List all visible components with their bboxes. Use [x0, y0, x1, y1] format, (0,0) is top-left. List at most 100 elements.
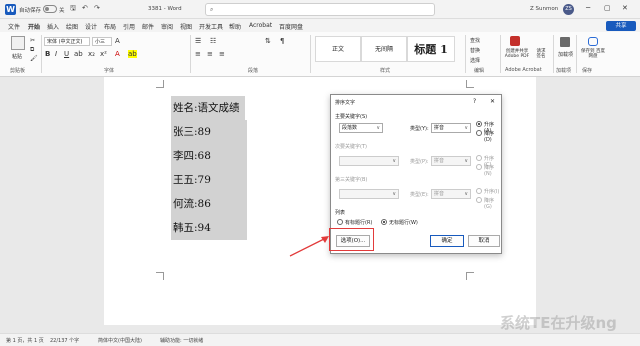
no-header-radio[interactable] — [381, 219, 387, 225]
addins-button[interactable]: 加载项 — [558, 51, 573, 58]
primary-key-select[interactable]: 段落数 — [339, 123, 383, 133]
font-name-select[interactable]: 宋体 (中文正文) — [44, 37, 90, 46]
ok-button[interactable]: 确定 — [430, 235, 464, 247]
align-right-icon[interactable]: ≡ — [219, 50, 225, 58]
tab-8[interactable]: 审阅 — [161, 22, 173, 31]
descending3-radio[interactable] — [476, 197, 482, 203]
italic-icon[interactable]: I — [55, 50, 57, 58]
redo-icon[interactable]: ↷ — [94, 4, 100, 12]
document-line[interactable]: 韩五:94 — [171, 216, 247, 240]
font-size-select[interactable]: 小三 — [92, 37, 112, 46]
numbering-icon[interactable]: ☷ — [210, 37, 216, 45]
dialog-close-button[interactable]: ✕ — [490, 98, 495, 105]
style-no-spacing[interactable]: 无间隔 — [361, 36, 407, 62]
style-normal[interactable]: 正文 — [315, 36, 361, 62]
sort-icon[interactable]: ⇅ — [265, 37, 271, 45]
third-key-select[interactable] — [339, 189, 399, 199]
tab-9[interactable]: 视图 — [180, 22, 192, 31]
create-pdf-button[interactable]: 创建并共享 Adobe PDF — [502, 49, 532, 59]
tab-13[interactable]: 百度网盘 — [279, 22, 303, 31]
ascending3-label: 升序(I) — [484, 189, 500, 195]
document-line[interactable]: 李四:68 — [171, 144, 247, 168]
margin-corner-bottom-right — [466, 272, 474, 280]
style-heading-1[interactable]: 标题 1 — [407, 36, 455, 62]
word-count[interactable]: 22/137 个字 — [50, 337, 79, 344]
tab-3[interactable]: 绘图 — [66, 22, 78, 31]
page-count[interactable]: 第 1 页，共 1 页 — [6, 337, 44, 344]
baidu-save-button[interactable]: 保存到 百度网盘 — [580, 49, 606, 59]
format-painter-icon[interactable]: 🖌 — [30, 55, 38, 62]
language-indicator[interactable]: 简体中文(中国大陆) — [98, 337, 142, 344]
align-left-icon[interactable]: ≡ — [195, 50, 201, 58]
show-marks-icon[interactable]: ¶ — [280, 37, 284, 45]
divider — [465, 35, 466, 73]
paste-button[interactable]: 粘贴 — [12, 53, 22, 60]
has-header-radio[interactable] — [337, 219, 343, 225]
descending3-label: 降序(G) — [484, 198, 495, 210]
document-line[interactable]: 张三:89 — [171, 120, 247, 144]
descending2-radio[interactable] — [476, 164, 482, 170]
align-center-icon[interactable]: ≡ — [207, 50, 213, 58]
superscript-icon[interactable]: x² — [100, 50, 107, 58]
watermark: 系统TE在升级ng — [500, 314, 617, 332]
autosave-toggle[interactable] — [43, 5, 57, 13]
close-window-icon[interactable]: ✕ — [622, 4, 628, 12]
request-sign-button[interactable]: 请求签名 — [535, 49, 547, 59]
search-box[interactable]: ⌕ — [205, 3, 435, 16]
paste-icon[interactable] — [11, 36, 25, 50]
replace-button[interactable]: 替换 — [470, 47, 480, 54]
find-button[interactable]: 查找 — [470, 37, 480, 44]
tab-4[interactable]: 设计 — [85, 22, 97, 31]
ribbon-group-label: 编辑 — [474, 68, 485, 74]
descending2-label: 降序(N) — [484, 165, 495, 177]
font-color-icon[interactable]: A — [115, 50, 120, 58]
tab-2[interactable]: 插入 — [47, 22, 59, 31]
accessibility-status[interactable]: 辅助功能: 一切就绪 — [160, 337, 203, 344]
tab-7[interactable]: 邮件 — [142, 22, 154, 31]
tab-10[interactable]: 开发工具 — [199, 22, 223, 31]
third-key-label: 第三关键字(B) — [335, 177, 368, 183]
autosave-label: 自动保存 — [19, 8, 42, 14]
select-button[interactable]: 选择 — [470, 57, 480, 64]
adobe-pdf-icon[interactable] — [510, 36, 520, 46]
tab-5[interactable]: 布局 — [104, 22, 116, 31]
cut-icon[interactable]: ✂ — [30, 37, 35, 44]
bold-icon[interactable]: B — [45, 50, 50, 58]
baidu-cloud-icon[interactable] — [588, 37, 598, 46]
highlight-icon[interactable]: ab — [128, 50, 137, 58]
ascending-radio[interactable] — [476, 121, 482, 127]
undo-icon[interactable]: ↶ — [82, 4, 88, 12]
tab-0[interactable]: 文件 — [8, 22, 20, 31]
tab-12[interactable]: Acrobat — [249, 22, 272, 29]
strikethrough-icon[interactable]: ab — [74, 50, 83, 58]
tab-11[interactable]: 帮助 — [229, 22, 241, 31]
save-icon[interactable]: 🖫 — [70, 4, 76, 15]
addins-icon[interactable] — [560, 37, 570, 47]
underline-icon[interactable]: U — [64, 50, 69, 58]
share-button[interactable]: 共享 — [606, 21, 636, 31]
tab-6[interactable]: 引用 — [123, 22, 135, 31]
document-line[interactable]: 何流:86 — [171, 192, 247, 216]
help-button[interactable]: ? — [473, 98, 476, 105]
document-line[interactable]: 王五:79 — [171, 168, 247, 192]
maximize-icon[interactable]: ▢ — [604, 4, 611, 12]
subscript-icon[interactable]: x₂ — [88, 50, 95, 58]
avatar[interactable]: ZS — [563, 4, 574, 15]
ascending2-radio[interactable] — [476, 155, 482, 161]
type-select[interactable]: 拼音 — [431, 123, 471, 133]
annotation-highlight-box — [329, 228, 374, 251]
minimize-icon[interactable]: ─ — [586, 4, 590, 12]
secondary-key-select[interactable] — [339, 156, 399, 166]
document-line[interactable]: 姓名:语文成绩 — [171, 96, 245, 120]
type3-select[interactable]: 拼音 — [431, 189, 471, 199]
ribbon-group-label: 样式 — [380, 68, 391, 74]
ascending3-radio[interactable] — [476, 188, 482, 194]
grow-font-icon[interactable]: A — [115, 37, 120, 45]
cancel-button[interactable]: 取消 — [468, 235, 500, 247]
copy-icon[interactable]: ⧉ — [30, 46, 34, 54]
descending-radio[interactable] — [476, 130, 482, 136]
status-bar: 第 1 页，共 1 页 22/137 个字 简体中文(中国大陆) 辅助功能: 一… — [0, 333, 640, 346]
divider — [500, 35, 501, 73]
bullets-icon[interactable]: ☰ — [195, 37, 201, 45]
type2-select[interactable]: 拼音 — [431, 156, 471, 166]
